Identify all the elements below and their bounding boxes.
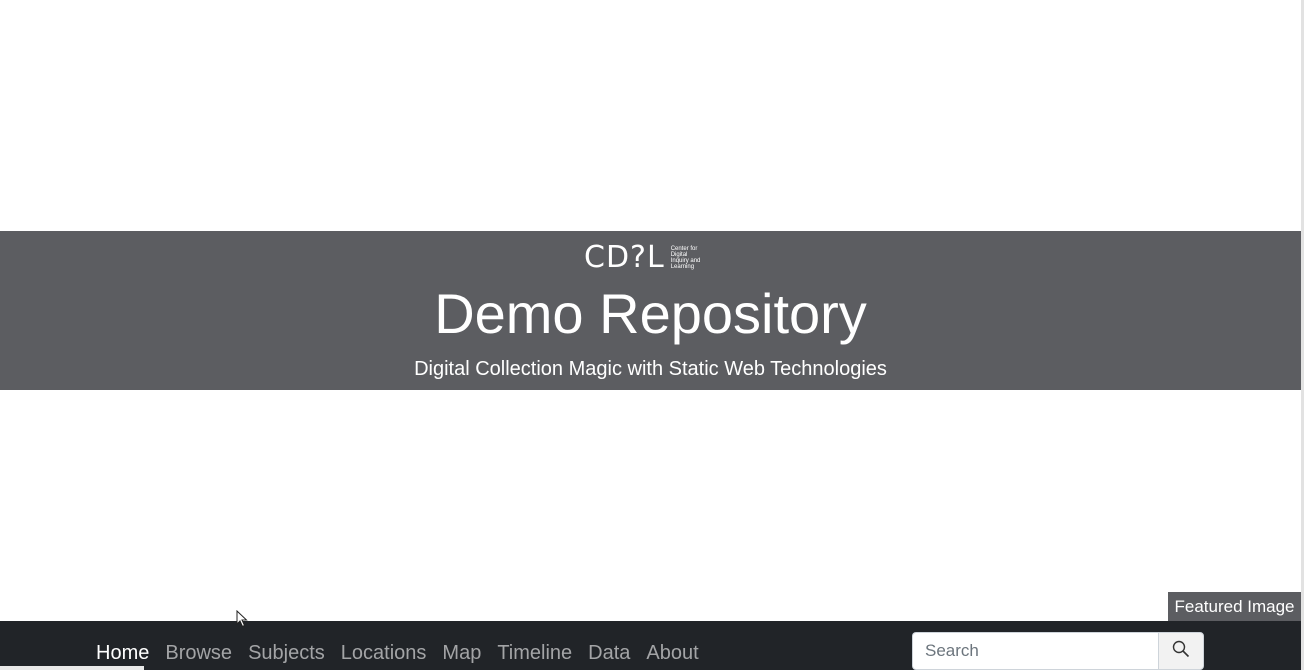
mouse-cursor-icon [236, 609, 248, 628]
hero-banner: CD?L Center for Digital Inquiry and Lear… [0, 231, 1301, 390]
search-form [912, 632, 1205, 672]
logo-mark: CD?L [584, 240, 665, 275]
nav-item-about[interactable]: About [646, 639, 698, 667]
nav-item-map[interactable]: Map [442, 639, 481, 667]
nav-item-locations[interactable]: Locations [341, 639, 427, 667]
nav-item-data[interactable]: Data [588, 639, 630, 667]
search-icon [1172, 640, 1190, 663]
search-input[interactable] [912, 632, 1158, 670]
logo-subtext: Center for Digital Inquiry and Learning [670, 246, 701, 270]
nav-item-subjects[interactable]: Subjects [248, 639, 325, 667]
main-navbar: Home Browse Subjects Locations Map Timel… [0, 621, 1301, 670]
cdil-logo[interactable]: CD?L Center for Digital Inquiry and Lear… [584, 243, 707, 273]
loading-indicator [0, 666, 144, 670]
search-button[interactable] [1158, 632, 1204, 670]
nav-item-home[interactable]: Home [96, 639, 149, 667]
page-title: Demo Repository [434, 282, 867, 345]
nav-item-timeline[interactable]: Timeline [497, 639, 572, 667]
nav-item-browse[interactable]: Browse [165, 639, 232, 667]
page-subtitle: Digital Collection Magic with Static Web… [414, 358, 887, 380]
nav-links: Home Browse Subjects Locations Map Timel… [96, 639, 715, 667]
featured-image-label[interactable]: Featured Image [1168, 592, 1301, 622]
